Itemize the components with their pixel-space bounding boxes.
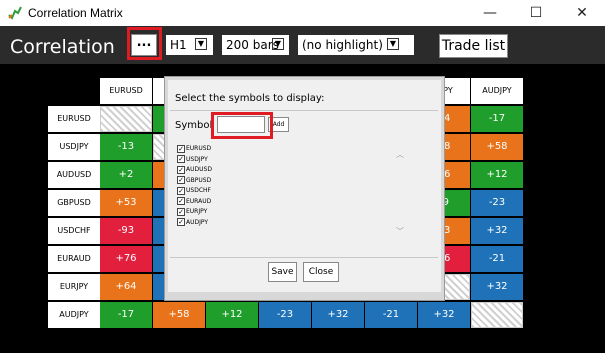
page-heading: Correlation	[10, 36, 115, 58]
highlight-value: (no highlight)	[302, 38, 383, 52]
matrix-cell[interactable]: +58	[471, 134, 523, 160]
symbol-checkbox-label: GBPUSD	[186, 176, 212, 184]
symbol-checkbox-label: EURAUD	[186, 197, 212, 205]
symbol-checkbox-label: USDCHF	[186, 187, 211, 194]
timeframe-select[interactable]: H1 ▼	[166, 35, 213, 55]
checkbox[interactable]: ✓	[177, 186, 185, 195]
row-header: EURJPY	[48, 274, 100, 300]
app-logo-icon	[8, 6, 22, 20]
highlight-frame-symbol-input	[211, 112, 273, 139]
close-window-button[interactable]: ✕	[559, 0, 605, 26]
symbol-checkbox-label: USDJPY	[186, 155, 208, 163]
divider	[170, 257, 438, 258]
matrix-cell[interactable]	[471, 302, 523, 328]
symbol-checkbox-label: AUDUSD	[186, 166, 212, 173]
maximize-button[interactable]: ☐	[513, 0, 559, 26]
matrix-cell[interactable]: -23	[259, 302, 311, 328]
save-button[interactable]: Save	[268, 262, 297, 282]
column-header: AUDJPY	[471, 78, 523, 104]
matrix-cell[interactable]: +32	[312, 302, 364, 328]
dialog-title: Select the symbols to display:	[175, 93, 325, 104]
checkbox[interactable]: ✓	[177, 197, 185, 205]
matrix-cell[interactable]: +53	[100, 190, 152, 216]
matrix-cell[interactable]: +32	[471, 218, 523, 244]
symbol-checkbox-item[interactable]: ✓ AUDJPY	[177, 217, 208, 229]
checkbox[interactable]: ✓	[177, 144, 185, 153]
matrix-cell[interactable]: +2	[100, 162, 152, 188]
row-header: USDCHF	[48, 218, 100, 244]
matrix-cell[interactable]: -17	[100, 302, 152, 328]
highlight-frame-symbols-button	[127, 27, 162, 60]
checkbox[interactable]: ✓	[177, 155, 185, 163]
matrix-cell[interactable]: -93	[100, 218, 152, 244]
minimize-button[interactable]: —	[467, 0, 513, 26]
matrix-cell[interactable]: -13	[100, 134, 152, 160]
row-header: GBPUSD	[48, 190, 100, 216]
column-header: EURUSD	[100, 78, 152, 104]
matrix-cell[interactable]: +12	[206, 302, 258, 328]
row-header: EURUSD	[48, 106, 100, 132]
chevron-down-icon: ▼	[272, 38, 284, 50]
bars-select[interactable]: 200 bars ▼	[222, 35, 289, 55]
toolbar: Correlation ... H1 ▼ 200 bars ▼ (no high…	[0, 26, 605, 64]
checkbox[interactable]: ✓	[177, 176, 185, 184]
matrix-cell[interactable]: -17	[471, 106, 523, 132]
row-header: AUDUSD	[48, 162, 100, 188]
matrix-cell[interactable]: +32	[418, 302, 470, 328]
matrix-cell[interactable]: +32	[471, 274, 523, 300]
title-bar: Correlation Matrix — ☐ ✕	[0, 0, 605, 26]
chevron-down-icon: ▼	[195, 38, 207, 50]
matrix-cell[interactable]: -21	[471, 246, 523, 272]
symbol-checkbox-label: EURJPY	[186, 208, 208, 215]
symbol-label: Symbol	[175, 120, 213, 131]
bars-value: 200 bars	[226, 38, 279, 52]
matrix-cell[interactable]: -21	[365, 302, 417, 328]
chevron-down-icon[interactable]: ﹀	[396, 226, 404, 237]
checkbox[interactable]: ✓	[177, 207, 185, 216]
checkbox[interactable]: ✓	[177, 165, 185, 174]
window-title: Correlation Matrix	[28, 6, 123, 20]
row-header: EURAUD	[48, 246, 100, 272]
checkbox[interactable]: ✓	[177, 218, 185, 226]
trade-list-button[interactable]: Trade list	[439, 34, 508, 58]
symbol-checkbox-label: EURUSD	[186, 145, 212, 152]
divider	[170, 110, 438, 111]
timeframe-value: H1	[170, 38, 187, 52]
matrix-cell[interactable]: +12	[471, 162, 523, 188]
close-button[interactable]: Close	[303, 262, 339, 282]
matrix-cell[interactable]: +64	[100, 274, 152, 300]
matrix-cell[interactable]: +58	[153, 302, 205, 328]
matrix-cell[interactable]: +76	[100, 246, 152, 272]
row-header: AUDJPY	[48, 302, 100, 328]
matrix-cell[interactable]: -23	[471, 190, 523, 216]
symbol-checkbox-label: AUDJPY	[186, 218, 209, 226]
highlight-select[interactable]: (no highlight) ▼	[298, 35, 414, 55]
chevron-down-icon: ▼	[387, 38, 399, 50]
chevron-up-icon[interactable]: ︿	[396, 149, 404, 160]
row-header: USDJPY	[48, 134, 100, 160]
matrix-cell[interactable]	[100, 106, 152, 132]
